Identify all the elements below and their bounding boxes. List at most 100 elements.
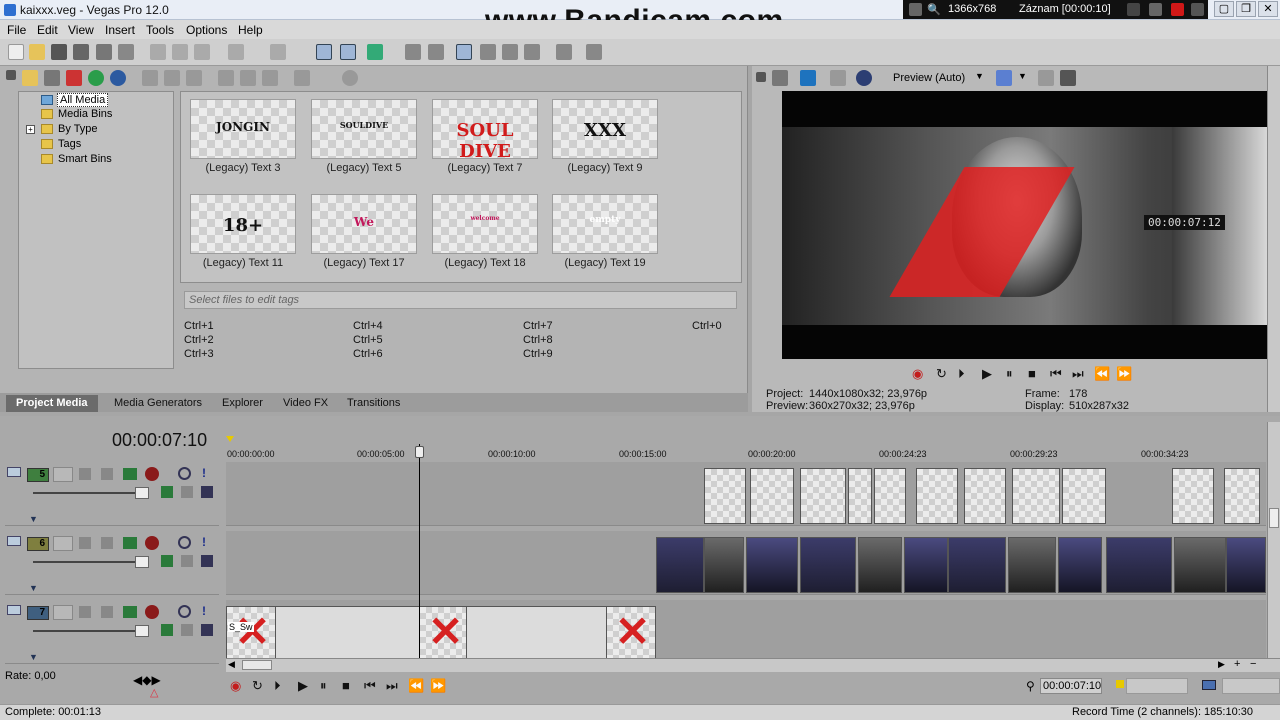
loop-icon[interactable]: ↻ [252, 678, 263, 694]
record-icon[interactable] [1171, 3, 1184, 16]
zoom-in-icon[interactable]: + [1234, 658, 1240, 670]
track-name-field[interactable] [53, 467, 73, 482]
tags-input[interactable]: Select files to edit tags [184, 291, 737, 309]
scroll-left-icon[interactable]: ◀ [228, 659, 235, 670]
timeline-event[interactable]: ✕ [606, 606, 656, 662]
close-icon[interactable] [1191, 3, 1204, 16]
media-thumbnail[interactable]: SOUL DIVE [432, 99, 538, 162]
auto-crossfade-icon[interactable] [428, 44, 444, 60]
restore-button[interactable]: ❐ [1236, 1, 1256, 17]
level-slider-track[interactable] [33, 630, 141, 632]
timeline-event[interactable] [746, 537, 798, 593]
tab-video-fx[interactable]: Video FX [273, 395, 338, 412]
motion-icon[interactable] [79, 537, 91, 549]
make-compositing-child-icon[interactable] [201, 624, 213, 636]
stop-icon[interactable] [240, 70, 256, 86]
add-track-fx-icon[interactable] [161, 624, 173, 636]
stop-icon[interactable]: ■ [1028, 366, 1036, 381]
tree-item-all-media[interactable]: All Media [41, 93, 109, 107]
compositing-icon[interactable] [101, 537, 113, 549]
timeline-event[interactable] [1012, 468, 1060, 524]
timeline-event[interactable] [1106, 537, 1172, 593]
bin-shortcut[interactable]: Ctrl+9 [523, 348, 553, 360]
track-lane[interactable]: ✕✕✕S_Sw [226, 600, 1266, 664]
menu-help[interactable]: Help [238, 23, 263, 37]
chevron-down-icon[interactable]: ▼ [1018, 71, 1027, 81]
timeline-ruler[interactable]: 00:00:00:00 00:00:05:00 00:00:10:00 00:00:1… [226, 446, 1266, 462]
timeline-scrollbar[interactable]: ◀ ▶ + − [226, 658, 1280, 672]
level-slider-track[interactable] [33, 492, 141, 494]
tab-media-generators[interactable]: Media Generators [104, 395, 212, 412]
menu-edit[interactable]: Edit [37, 23, 58, 37]
refresh-icon[interactable] [88, 70, 104, 86]
timeline-event[interactable] [874, 468, 906, 524]
timeline-event[interactable] [800, 468, 846, 524]
preview-vertical-scrollbar[interactable] [1267, 66, 1280, 412]
make-compositing-parent-icon[interactable] [181, 555, 193, 567]
media-fx-icon[interactable] [164, 70, 180, 86]
timeline-event[interactable] [1172, 468, 1214, 524]
properties-icon[interactable] [186, 70, 202, 86]
track-menu-icon[interactable] [7, 536, 21, 546]
tree-item-smart-bins[interactable]: Smart Bins [41, 153, 112, 167]
import-media-icon[interactable] [22, 70, 38, 86]
overlays-icon[interactable] [996, 70, 1012, 86]
gear-icon[interactable] [145, 536, 159, 550]
gear-icon[interactable] [145, 467, 159, 481]
bin-shortcut[interactable]: Ctrl+7 [523, 320, 553, 332]
search-media-icon[interactable] [110, 70, 126, 86]
timeline-event[interactable] [948, 537, 1006, 593]
media-thumbnail[interactable]: SOULDIVE [311, 99, 417, 159]
scroll-thumb[interactable] [1269, 508, 1279, 528]
timeline-event[interactable] [704, 537, 744, 593]
bin-shortcut[interactable]: Ctrl+5 [353, 334, 383, 346]
gear-icon[interactable] [145, 605, 159, 619]
menu-file[interactable]: File [7, 23, 26, 37]
bin-shortcut[interactable]: Ctrl+8 [523, 334, 553, 346]
menu-tools[interactable]: Tools [146, 23, 174, 37]
go-to-start-icon[interactable]: ⏮ [1050, 366, 1062, 382]
track-name-field[interactable] [53, 536, 73, 551]
save-as-icon[interactable] [73, 44, 89, 60]
scroll-thumb[interactable] [242, 660, 272, 670]
add-track-fx-icon[interactable] [161, 555, 173, 567]
timeline-event[interactable] [1008, 537, 1056, 593]
bin-shortcut[interactable]: Ctrl+0 [692, 320, 722, 332]
media-thumbnail[interactable]: We [311, 194, 417, 254]
compositing-icon[interactable] [101, 468, 113, 480]
bin-shortcut[interactable]: Ctrl+6 [353, 348, 383, 360]
track-lane[interactable] [226, 531, 1266, 595]
views-icon[interactable] [294, 70, 310, 86]
auto-preview-icon[interactable] [262, 70, 278, 86]
external-monitor-icon[interactable] [800, 70, 816, 86]
scroll-right-icon[interactable]: ▶ [1218, 659, 1225, 670]
make-compositing-parent-icon[interactable] [181, 624, 193, 636]
envelope-tool-icon[interactable] [340, 44, 356, 60]
media-thumbnail[interactable]: 18+ [190, 194, 296, 254]
track-name-field[interactable] [53, 605, 73, 620]
track-menu-icon[interactable] [7, 467, 21, 477]
open-folder-icon[interactable] [29, 44, 45, 60]
ripple-edit-icon[interactable] [367, 44, 383, 60]
loop-icon[interactable]: ↻ [936, 366, 947, 382]
track-fx-icon[interactable] [123, 468, 137, 480]
tree-item-media-bins[interactable]: Media Bins [41, 108, 112, 122]
normal-edit-tool-icon[interactable] [316, 44, 332, 60]
go-to-start-icon[interactable]: ⏮ [364, 678, 376, 694]
get-media-icon[interactable] [66, 70, 82, 86]
timeline-event[interactable] [1062, 468, 1106, 524]
play-from-start-icon[interactable]: ⏵ [274, 678, 281, 694]
timeline-event[interactable] [1174, 537, 1226, 593]
timeline-event[interactable] [848, 468, 872, 524]
motion-icon[interactable] [79, 606, 91, 618]
solo-icon[interactable]: ! [202, 535, 206, 549]
timeline-event[interactable] [904, 537, 948, 593]
expand-track-icon[interactable]: ▼ [29, 652, 38, 662]
timeline-vertical-scrollbar[interactable] [1267, 422, 1280, 658]
bin-shortcut[interactable]: Ctrl+2 [184, 334, 214, 346]
track-header[interactable]: 7! ▼ [5, 600, 219, 664]
timeline-event[interactable] [1224, 468, 1260, 524]
cut-icon[interactable] [150, 44, 166, 60]
track-header[interactable]: 5! ▼ [5, 462, 219, 526]
level-slider-thumb[interactable] [135, 625, 149, 637]
